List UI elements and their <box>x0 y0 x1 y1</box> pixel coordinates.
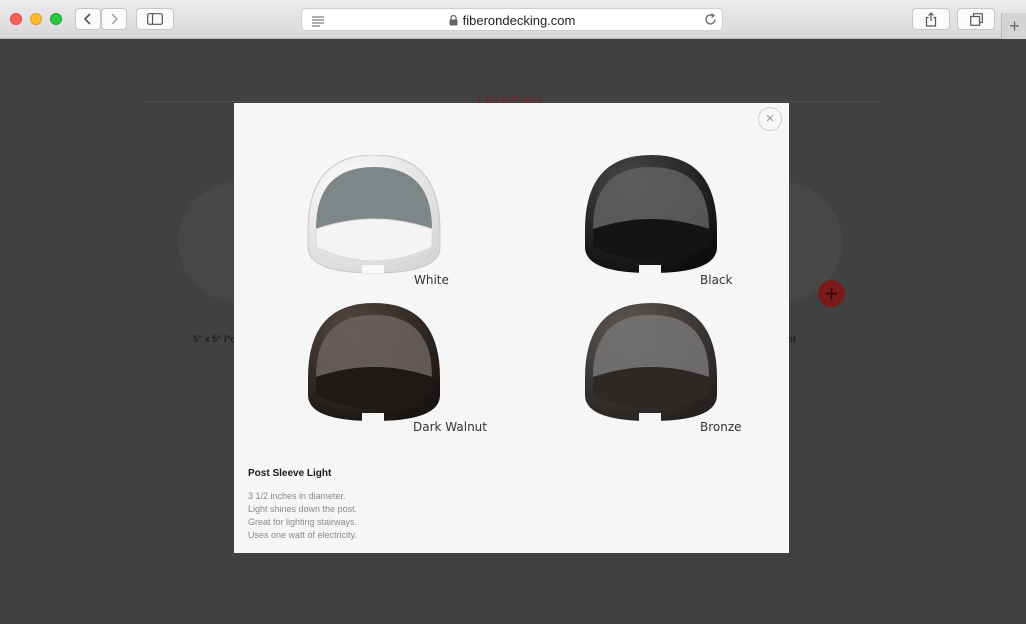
product-modal: × White Black Dark Walnut Bronze Post Sl… <box>234 103 789 553</box>
chevron-left-icon <box>83 13 91 25</box>
swatch-label-white: White <box>414 273 449 287</box>
add-product-button[interactable]: + <box>818 280 845 307</box>
forward-button[interactable] <box>101 8 127 30</box>
sidebar-button[interactable] <box>136 8 174 30</box>
swatch-image-white <box>302 155 446 279</box>
swatch-image-bronze <box>579 303 723 427</box>
description-line: Great for lighting stairways. <box>248 517 358 527</box>
swatch-label-bronze: Bronze <box>700 420 742 434</box>
url-display: fiberondecking.com <box>302 13 722 29</box>
reload-icon[interactable] <box>704 13 717 31</box>
product-title: Post Sleeve Light <box>248 468 332 479</box>
address-bar[interactable]: fiberondecking.com <box>301 8 723 31</box>
url-text: fiberondecking.com <box>462 13 576 28</box>
tabs-icon <box>969 12 983 26</box>
close-window-button[interactable] <box>10 13 22 25</box>
plus-icon: + <box>1009 15 1020 36</box>
chevron-right-icon <box>111 13 119 25</box>
tabs-overview-button[interactable] <box>957 8 995 30</box>
lock-icon <box>449 14 458 29</box>
zoom-window-button[interactable] <box>50 13 62 25</box>
swatch-label-dark-walnut: Dark Walnut <box>413 420 487 434</box>
background-product-caption: 5" x 5" Po <box>193 334 236 344</box>
swatch-image-black <box>579 155 723 279</box>
product-description: 3 1/2 inches in diameter. Light shines d… <box>248 490 357 542</box>
swatch-image-dark-walnut <box>302 303 446 427</box>
sidebar-icon <box>147 13 163 25</box>
back-button[interactable] <box>75 8 101 30</box>
description-line: Light shines down the post. <box>248 504 358 514</box>
share-button[interactable] <box>912 8 950 30</box>
new-tab-button[interactable]: + <box>1001 13 1026 39</box>
description-line: Uses one watt of electricity. <box>248 530 357 540</box>
browser-toolbar: fiberondecking.com + <box>0 0 1026 39</box>
share-icon <box>925 11 937 27</box>
description-line: 3 1/2 inches in diameter. <box>248 491 346 501</box>
minimize-window-button[interactable] <box>30 13 42 25</box>
close-modal-button[interactable]: × <box>758 107 782 131</box>
swatch-label-black: Black <box>700 273 733 287</box>
